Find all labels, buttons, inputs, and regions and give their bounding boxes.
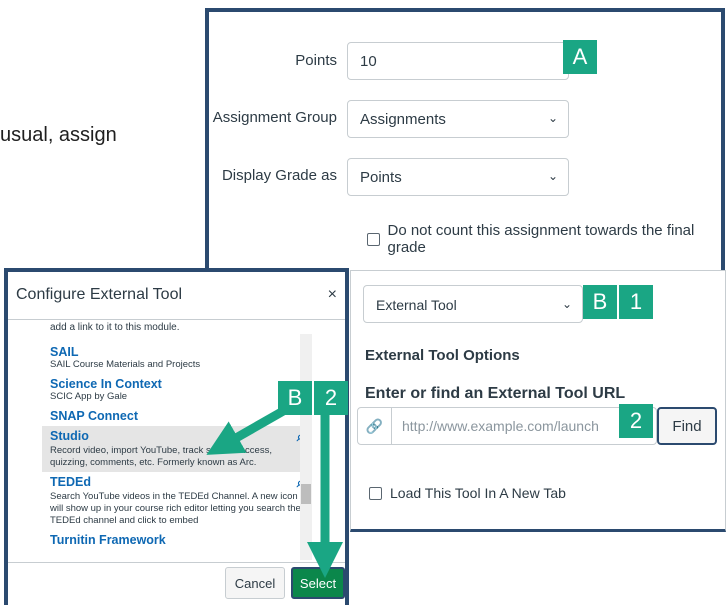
annotation-badge-b2-letter: B <box>278 381 312 415</box>
annotation-badge-b1-number: 1 <box>619 285 653 319</box>
annotation-badge-url-number: 2 <box>619 404 653 438</box>
annotation-badge-b1-letter: B <box>583 285 617 319</box>
annotation-badge-b2-number: 2 <box>314 381 348 415</box>
annotation-badge-a: A <box>563 40 597 74</box>
arrow-to-studio <box>206 406 288 455</box>
